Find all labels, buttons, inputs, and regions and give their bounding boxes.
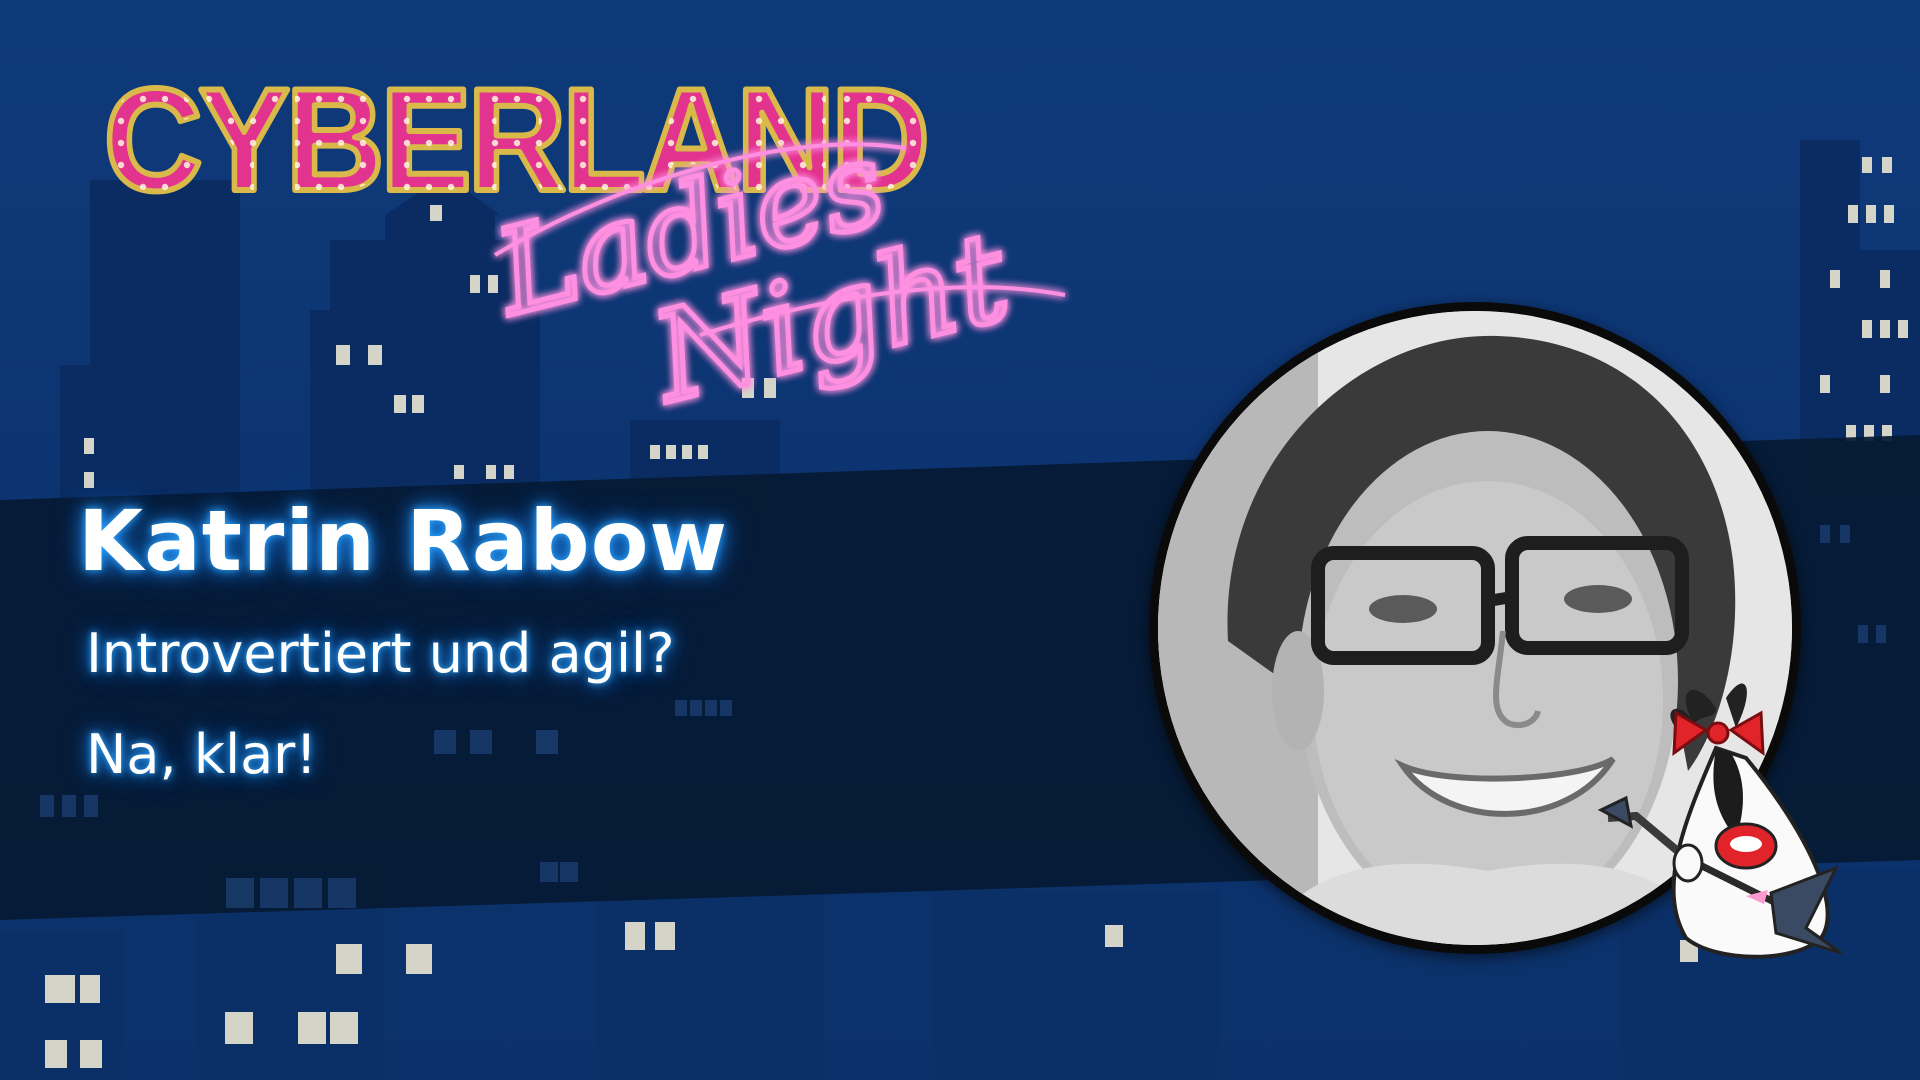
duke-mascot-icon [1597,683,1842,959]
cyberland-ladies-night-logo: CYBERLAND CYBERLAND Ladies Night [101,55,1066,434]
event-card: CYBERLAND CYBERLAND Ladies Night Katrin … [0,0,1920,1080]
talk-title-line-2: Na, klar! [86,723,318,786]
speaker-name: Katrin Rabow [78,492,728,590]
talk-title-line-1: Introvertiert und agil? [86,622,675,685]
